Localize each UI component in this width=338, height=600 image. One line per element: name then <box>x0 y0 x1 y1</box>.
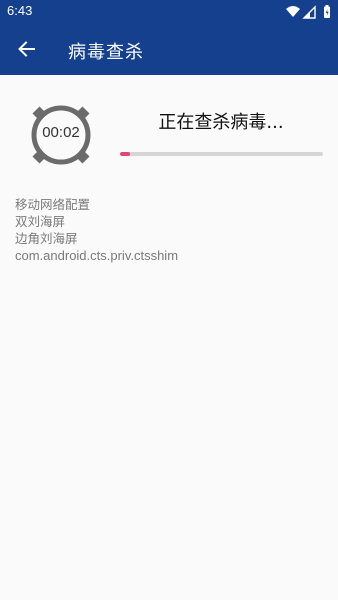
timer-value: 00:02 <box>42 124 80 141</box>
page-title: 病毒查杀 <box>68 42 144 63</box>
scan-status-text: 正在查杀病毒... <box>158 112 284 133</box>
signal-icon <box>302 5 316 19</box>
scan-timer: 00:02 <box>24 98 98 172</box>
scanned-item: 边角刘海屏 <box>15 231 78 246</box>
status-icons <box>286 5 332 19</box>
arrow-left-icon <box>18 41 35 57</box>
scanned-item: 移动网络配置 <box>15 197 91 212</box>
battery-icon <box>324 5 330 18</box>
scanned-item: 双刘海屏 <box>15 214 66 229</box>
scan-progress-bar <box>120 152 323 156</box>
back-button[interactable] <box>12 35 40 63</box>
scanned-item: com.android.cts.priv.ctsshim <box>15 248 179 263</box>
app-bar: 病毒查杀 <box>0 24 338 75</box>
scanned-items-list: 移动网络配置 双刘海屏边角刘海屏 com.android.cts.priv.ctss… <box>15 196 178 264</box>
status-time: 6:43 <box>7 3 33 18</box>
scan-progress-fill <box>120 152 131 156</box>
status-bar: 6:43 <box>0 0 338 24</box>
wifi-icon <box>286 6 300 17</box>
